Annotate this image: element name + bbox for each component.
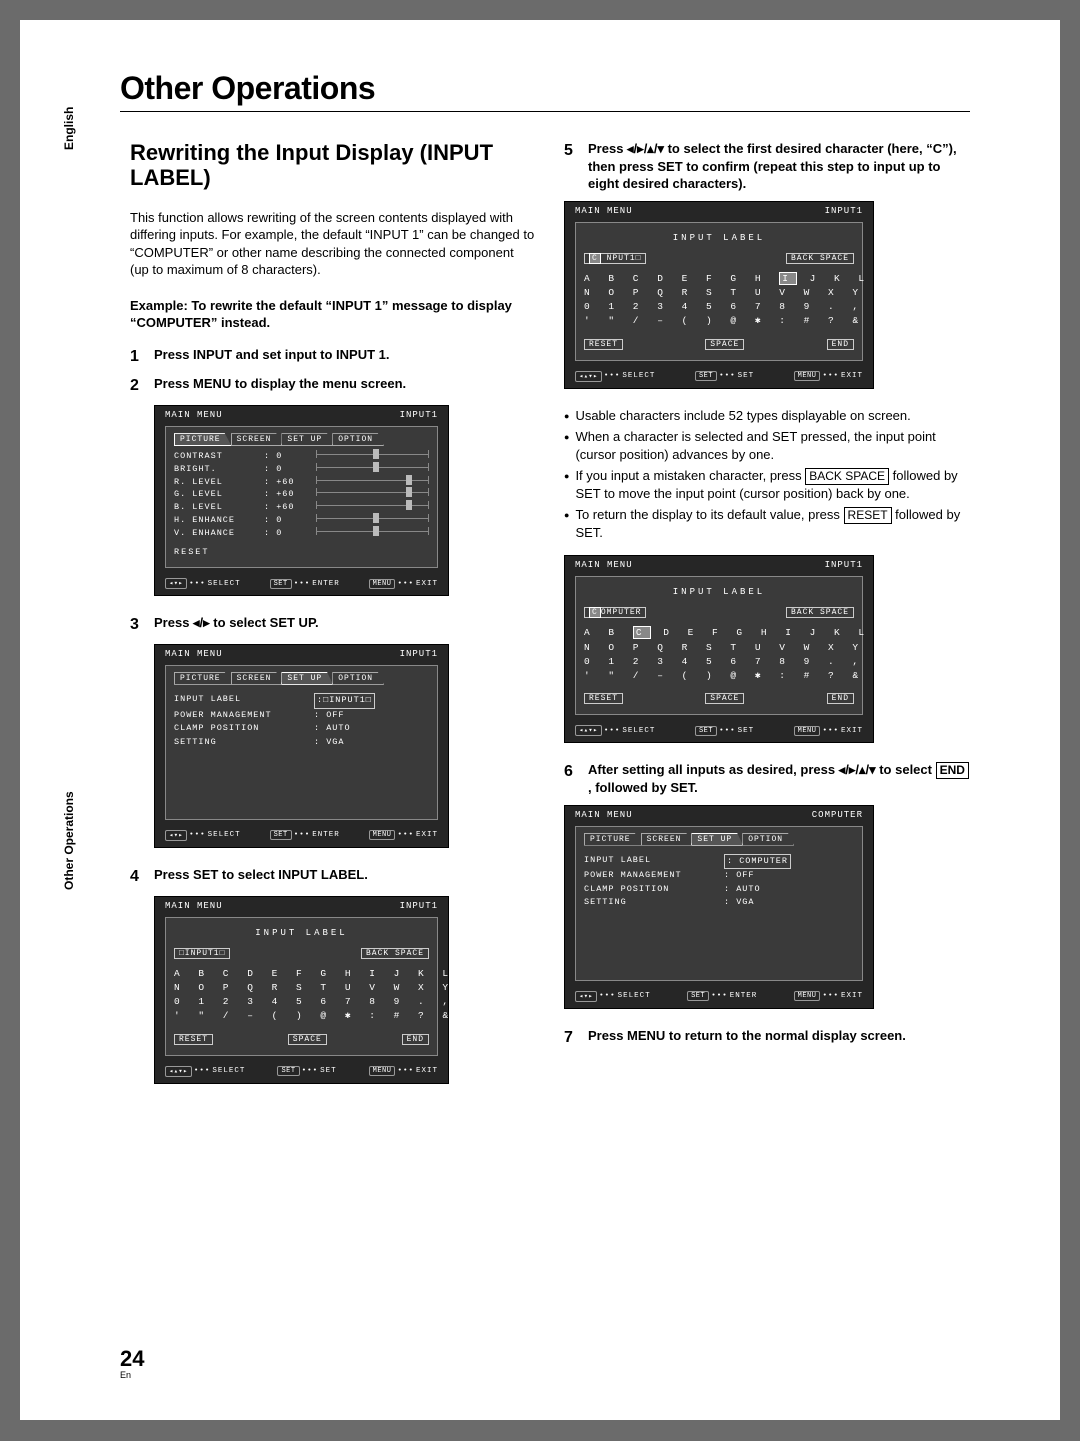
backspace-box: BACK SPACE [805, 468, 889, 484]
chapter-title: Other Operations [120, 70, 970, 112]
tab-setup: SET UP [281, 433, 333, 446]
left-column: Rewriting the Input Display (INPUT LABEL… [130, 140, 536, 1102]
step-6: 6After setting all inputs as desired, pr… [564, 761, 970, 796]
osd-screen-inputlabel-computer: MAIN MENUINPUT1 INPUT LABEL COMPUTER BAC… [564, 555, 874, 743]
step-7: 7Press MENU to return to the normal disp… [564, 1027, 970, 1049]
step-5: 5Press ◂/▸/▴/▾ to select the first desir… [564, 140, 970, 193]
language-tab: English [62, 107, 76, 150]
right-column: 5Press ◂/▸/▴/▾ to select the first desir… [564, 140, 970, 1102]
osd-screen-picture: MAIN MENUINPUT1 PICTURE SCREEN SET UP OP… [154, 405, 449, 596]
osd-screen-setup-computer: MAIN MENUCOMPUTER PICTURE SCREEN SET UP … [564, 805, 874, 1009]
example-text: Example: To rewrite the default “INPUT 1… [130, 297, 536, 332]
step-4: 4Press SET to select INPUT LABEL. [130, 866, 536, 888]
tab-option: OPTION [332, 433, 384, 446]
bullet-list: Usable characters include 52 types displ… [564, 407, 970, 542]
step-2: 2Press MENU to display the menu screen. [130, 375, 536, 397]
section-title: Rewriting the Input Display (INPUT LABEL… [130, 140, 536, 191]
step-3: 3Press ◂/▸ to select SET UP. [130, 614, 536, 636]
tab-picture: PICTURE [174, 433, 232, 446]
intro-text: This function allows rewriting of the sc… [130, 209, 536, 279]
tab-screen: SCREEN [231, 433, 283, 446]
manual-page: English Other Operations Other Operation… [20, 20, 1060, 1420]
osd-screen-inputlabel-initial: MAIN MENUINPUT1 INPUT LABEL □INPUT1□ BAC… [154, 896, 449, 1084]
side-section-label: Other Operations [62, 791, 76, 890]
osd-screen-setup: MAIN MENUINPUT1 PICTURE SCREEN SET UP OP… [154, 644, 449, 848]
page-number: 24 En [120, 1346, 144, 1380]
step-1: 1Press INPUT and set input to INPUT 1. [130, 346, 536, 368]
osd-screen-inputlabel-c: MAIN MENUINPUT1 INPUT LABEL C NPUT1□ BAC… [564, 201, 874, 389]
reset-box: RESET [844, 507, 892, 523]
